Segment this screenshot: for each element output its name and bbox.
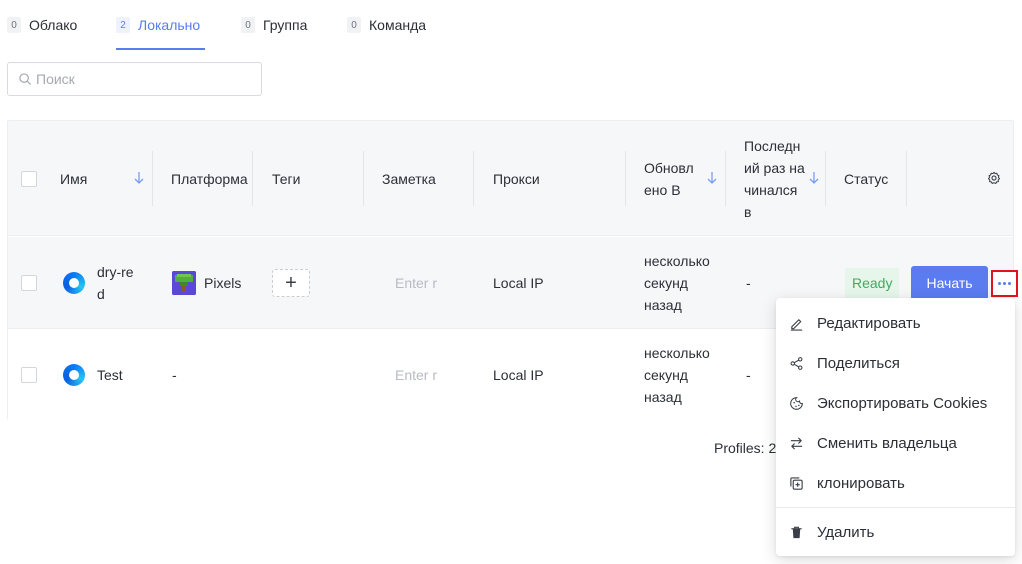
- browser-logo-icon: [63, 364, 85, 386]
- platform-value: -: [172, 367, 177, 383]
- platform-cell: Pixels: [172, 237, 241, 329]
- menu-item-label: Удалить: [817, 523, 875, 541]
- tab-label: Группа: [263, 17, 308, 33]
- updated-value: несколько секунд назад: [644, 253, 710, 313]
- dot-icon: [998, 281, 1001, 285]
- column-divider: [906, 151, 907, 206]
- tab-label: Локально: [138, 17, 201, 33]
- last-started-value: -: [746, 275, 751, 291]
- trash-icon: [791, 526, 802, 538]
- tab-team[interactable]: 0 Команда: [347, 0, 426, 50]
- edit-icon: [790, 318, 803, 331]
- select-all-checkbox[interactable]: [21, 121, 37, 236]
- tab-group[interactable]: 0 Группа: [241, 0, 307, 50]
- more-options-button[interactable]: [991, 269, 1018, 297]
- note-cell[interactable]: Enter r: [395, 237, 439, 329]
- column-updated[interactable]: Обновлено В: [644, 121, 698, 236]
- column-divider: [625, 151, 626, 206]
- menu-item-label: Поделиться: [817, 354, 900, 372]
- tab-label: Облако: [29, 17, 78, 33]
- profile-tabs: 0 Облако 2 Локально 0 Группа 0 Команда: [0, 0, 1022, 50]
- tab-count: 2: [116, 17, 130, 33]
- clone-icon: [790, 476, 803, 490]
- row-checkbox[interactable]: [21, 329, 37, 421]
- menu-item-share[interactable]: Поделиться: [776, 343, 1015, 383]
- note-cell[interactable]: Enter r: [395, 329, 439, 421]
- note-placeholder[interactable]: Enter r: [395, 272, 439, 294]
- column-platform[interactable]: Платформа: [171, 121, 248, 236]
- tab-count: 0: [7, 17, 21, 33]
- column-divider: [252, 151, 253, 206]
- tab-label: Команда: [369, 17, 427, 33]
- start-button[interactable]: Начать: [911, 266, 988, 300]
- checkbox[interactable]: [21, 170, 37, 187]
- platform-name: Pixels: [204, 275, 242, 291]
- pixels-platform-icon: [172, 271, 196, 295]
- column-status[interactable]: Статус: [844, 121, 888, 236]
- tab-local[interactable]: 2 Локально: [116, 0, 205, 50]
- search-box[interactable]: [7, 62, 262, 96]
- active-tab-indicator: [116, 48, 205, 50]
- row-checkbox[interactable]: [21, 237, 37, 329]
- dot-icon: [1008, 281, 1011, 285]
- column-divider: [473, 151, 474, 206]
- profile-name[interactable]: Test: [97, 329, 123, 421]
- dot-icon: [1003, 281, 1006, 285]
- menu-item-label: Редактировать: [817, 314, 921, 332]
- menu-item-label: Экспортировать Cookies: [817, 394, 988, 412]
- sort-arrow-icon[interactable]: [133, 171, 145, 185]
- menu-item-clone[interactable]: клонировать: [776, 463, 1015, 503]
- column-proxy[interactable]: Прокси: [493, 121, 540, 236]
- column-tags[interactable]: Теги: [272, 121, 300, 236]
- note-placeholder[interactable]: Enter r: [395, 364, 439, 386]
- sort-arrow-icon[interactable]: [706, 171, 718, 185]
- menu-item-change-owner[interactable]: Сменить владельца: [776, 423, 1015, 463]
- share-icon: [790, 356, 803, 370]
- checkbox[interactable]: [21, 275, 37, 291]
- cookie-icon: [790, 396, 803, 410]
- proxy-value: Local IP: [493, 367, 544, 383]
- swap-icon: [790, 436, 803, 450]
- profile-avatar: [63, 237, 85, 329]
- updated-value: несколько секунд назад: [644, 345, 710, 405]
- status-badge: Ready: [845, 268, 900, 298]
- add-tag-button[interactable]: +: [272, 269, 310, 297]
- menu-divider: [776, 507, 1015, 508]
- column-divider: [725, 151, 726, 206]
- last-started-value: -: [746, 367, 751, 383]
- column-divider: [152, 151, 153, 206]
- profiles-count: Profiles: 2: [714, 440, 777, 456]
- column-divider: [363, 151, 364, 206]
- settings-gear-icon[interactable]: [987, 171, 1001, 185]
- column-note[interactable]: Заметка: [382, 121, 436, 236]
- menu-item-delete[interactable]: Удалить: [776, 512, 1015, 552]
- search-icon: [19, 73, 31, 85]
- checkbox[interactable]: [21, 367, 37, 383]
- menu-item-label: Сменить владельца: [817, 434, 957, 452]
- browser-logo-icon: [63, 272, 85, 294]
- profile-name[interactable]: dry-red: [97, 237, 135, 329]
- menu-item-export-cookies[interactable]: Экспортировать Cookies: [776, 383, 1015, 423]
- column-last-started[interactable]: Последний раз начинался в: [744, 121, 808, 236]
- column-divider: [825, 151, 826, 206]
- menu-item-label: клонировать: [817, 474, 905, 492]
- column-name[interactable]: Имя: [60, 121, 87, 236]
- tab-cloud[interactable]: 0 Облако: [7, 0, 77, 50]
- profile-avatar: [63, 329, 85, 421]
- tab-count: 0: [241, 17, 255, 33]
- proxy-value: Local IP: [493, 275, 544, 291]
- search-input[interactable]: [36, 71, 236, 87]
- tags-cell: +: [272, 237, 310, 329]
- table-header: Имя Платформа Теги Заметка Прокси Обновл…: [8, 121, 1013, 236]
- profile-context-menu: Редактировать Поделиться Экспортировать …: [776, 298, 1015, 556]
- menu-item-edit[interactable]: Редактировать: [776, 303, 1015, 343]
- tab-count: 0: [347, 17, 361, 33]
- sort-arrow-icon[interactable]: [808, 171, 820, 185]
